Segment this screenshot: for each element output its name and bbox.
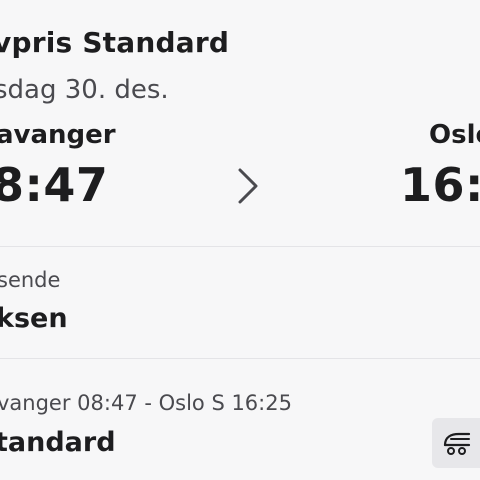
segment-route: vanger 08:47 - Oslo S 16:25 (0, 391, 292, 415)
traveler-label: sende (0, 268, 61, 292)
section-divider (0, 246, 480, 247)
segment-class: tandard (0, 427, 116, 458)
ticket-title: vpris Standard (0, 26, 230, 59)
departure-time: 8:47 (0, 158, 109, 212)
departure-station: avanger (0, 120, 116, 150)
train-badge (432, 418, 480, 468)
ticket-screen: vpris Standard sdag 30. des. avanger Osl… (0, 0, 480, 480)
arrival-time: 16:2 (400, 158, 480, 212)
chevron-right-icon (238, 168, 258, 204)
arrival-station: Oslo (429, 120, 480, 150)
traveler-value: ksen (0, 303, 68, 334)
section-divider (0, 358, 480, 359)
train-icon (443, 432, 471, 455)
travel-date: sdag 30. des. (0, 75, 169, 105)
